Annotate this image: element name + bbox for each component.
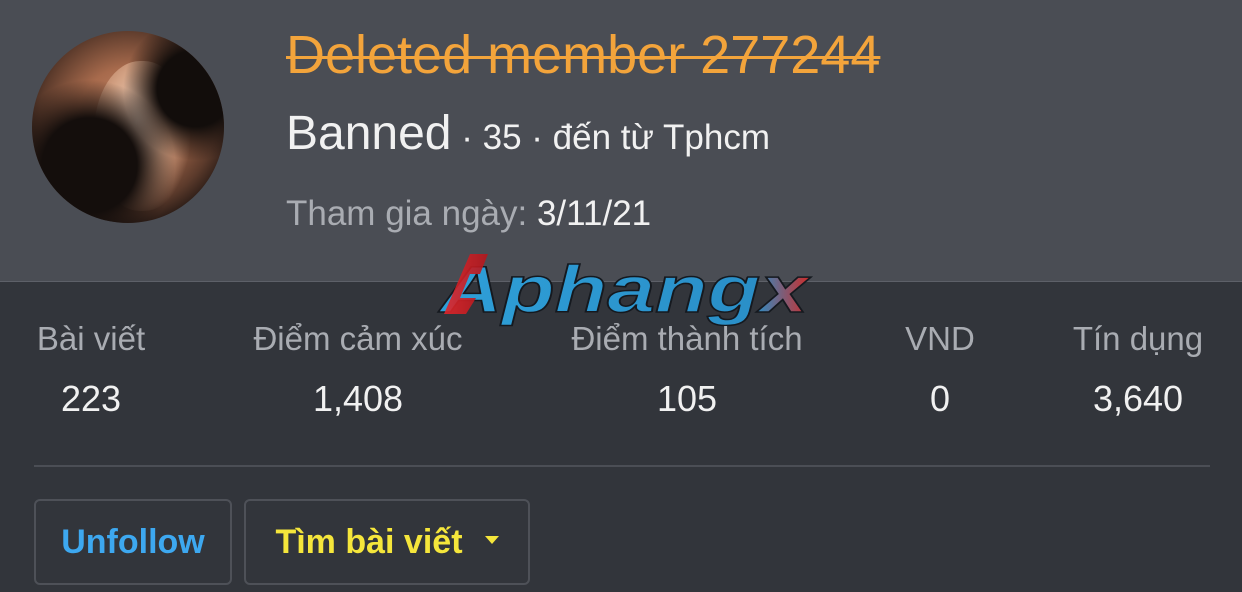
stat-vnd[interactable]: VND 0 [902,320,978,420]
stat-credits[interactable]: Tín dụng 3,640 [1066,320,1210,420]
stat-label: Tín dụng [1072,320,1204,357]
member-title: Banned [286,107,452,160]
profile-header: Deleted member 277244 Banned · 35 · đến … [0,0,1242,282]
avatar[interactable] [32,31,224,223]
stat-value: 105 [656,378,718,419]
stat-value: 223 [60,378,122,419]
stat-trophy-points[interactable]: Điểm thành tích 105 [562,320,812,420]
avatar-hair [32,31,224,223]
stat-label: Bài viết [36,320,146,357]
stat-label: Điểm cảm xúc [253,320,463,357]
stat-value: 1,408 [312,378,404,419]
joined-date: Tham gia ngày: 3/11/21 [286,194,651,234]
member-meta: Banned · 35 · đến từ Tphcm [286,106,770,161]
unfollow-button[interactable]: Unfollow [34,499,232,585]
stat-value: 3,640 [1092,378,1184,419]
unfollow-label: Unfollow [61,522,205,561]
divider [34,465,1210,467]
joined-value: 3/11/21 [536,194,652,233]
stat-label: VND [905,320,975,357]
member-card: Deleted member 277244 Banned · 35 · đến … [0,0,1242,592]
find-posts-label: Tìm bài viết [275,522,463,561]
member-name[interactable]: Deleted member 277244 [286,24,880,86]
stat-label: Điểm thành tích [571,320,803,357]
joined-label: Tham gia ngày: [286,194,537,233]
stat-reactions[interactable]: Điểm cảm xúc 1,408 [240,320,476,420]
stat-value: 0 [929,378,951,419]
find-posts-button[interactable]: Tìm bài viết [244,499,530,585]
stats-row: Bài viết 223 Điểm cảm xúc 1,408 Điểm thà… [34,320,1210,430]
member-details: · 35 · đến từ Tphcm [451,118,770,157]
caret-down-icon [484,536,499,544]
stat-posts[interactable]: Bài viết 223 [34,320,148,420]
